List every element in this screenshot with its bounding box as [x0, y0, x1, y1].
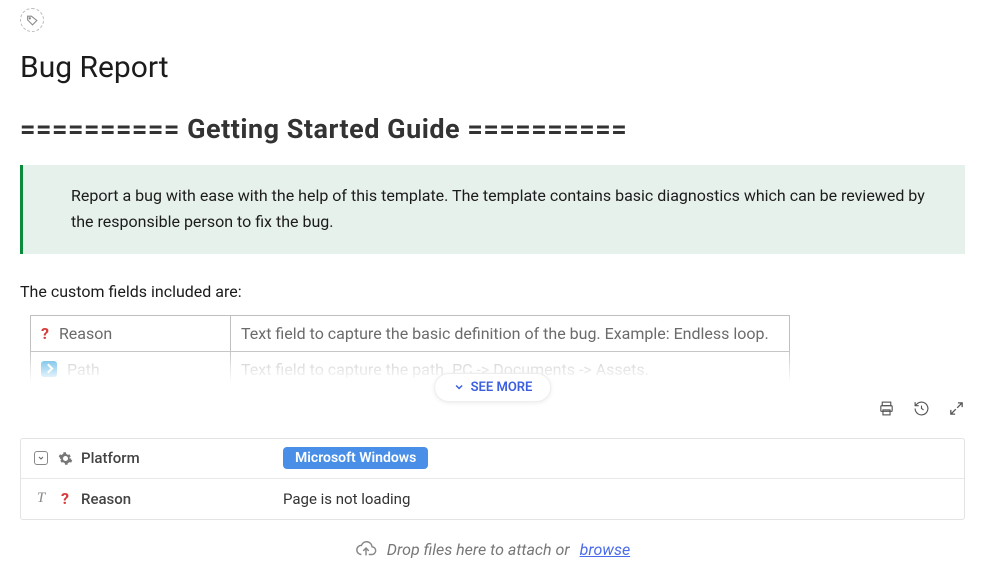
chevron-down-icon	[453, 381, 465, 393]
print-icon	[878, 400, 895, 417]
field-block: Platform Microsoft Windows T ? Reason Pa…	[20, 438, 965, 520]
reference-table-wrap: ? Reason Text field to capture the basic…	[20, 315, 965, 388]
info-callout: Report a bug with ease with the help of …	[20, 165, 965, 254]
reference-table: ? Reason Text field to capture the basic…	[30, 315, 790, 388]
history-icon	[913, 400, 930, 417]
intro-text: The custom fields included are:	[20, 282, 965, 301]
table-row: ? Reason Text field to capture the basic…	[31, 315, 790, 351]
tag-icon	[26, 14, 39, 27]
expand-icon	[948, 400, 965, 417]
cloud-upload-icon	[355, 538, 377, 560]
reason-value[interactable]: Page is not loading	[271, 482, 964, 516]
action-icon-bar	[878, 400, 965, 417]
guide-heading: ========== Getting Started Guide =======…	[20, 113, 965, 145]
table-row: Path Text field to capture the path. PC …	[31, 351, 790, 387]
question-icon: ?	[57, 489, 73, 508]
page-title: Bug Report	[20, 50, 965, 85]
expand-button[interactable]	[948, 400, 965, 417]
dropdown-type-icon	[33, 451, 49, 465]
ref-row-desc: Text field to capture the basic definiti…	[231, 315, 790, 351]
arrow-box-icon	[41, 361, 57, 377]
text-type-icon: T	[33, 490, 49, 507]
history-button[interactable]	[913, 400, 930, 417]
field-row-platform[interactable]: Platform Microsoft Windows	[21, 439, 964, 479]
browse-link[interactable]: browse	[580, 540, 631, 559]
reason-label: Reason	[81, 490, 131, 508]
see-more-label: SEE MORE	[471, 380, 533, 395]
attachment-dropzone[interactable]: Drop files here to attach or browse	[0, 526, 985, 572]
see-more-button[interactable]: SEE MORE	[434, 373, 552, 402]
ref-row-name: Path	[67, 360, 100, 379]
callout-text: Report a bug with ease with the help of …	[71, 186, 925, 231]
gear-icon	[57, 451, 73, 466]
tag-icon-button[interactable]	[20, 8, 44, 32]
platform-pill: Microsoft Windows	[283, 447, 428, 469]
ref-row-name: Reason	[59, 324, 112, 343]
platform-label: Platform	[81, 449, 140, 467]
field-row-reason[interactable]: T ? Reason Page is not loading	[21, 479, 964, 519]
print-button[interactable]	[878, 400, 895, 417]
platform-value[interactable]: Microsoft Windows	[271, 439, 964, 477]
dropzone-text: Drop files here to attach or	[387, 540, 570, 559]
question-icon: ?	[41, 324, 49, 343]
